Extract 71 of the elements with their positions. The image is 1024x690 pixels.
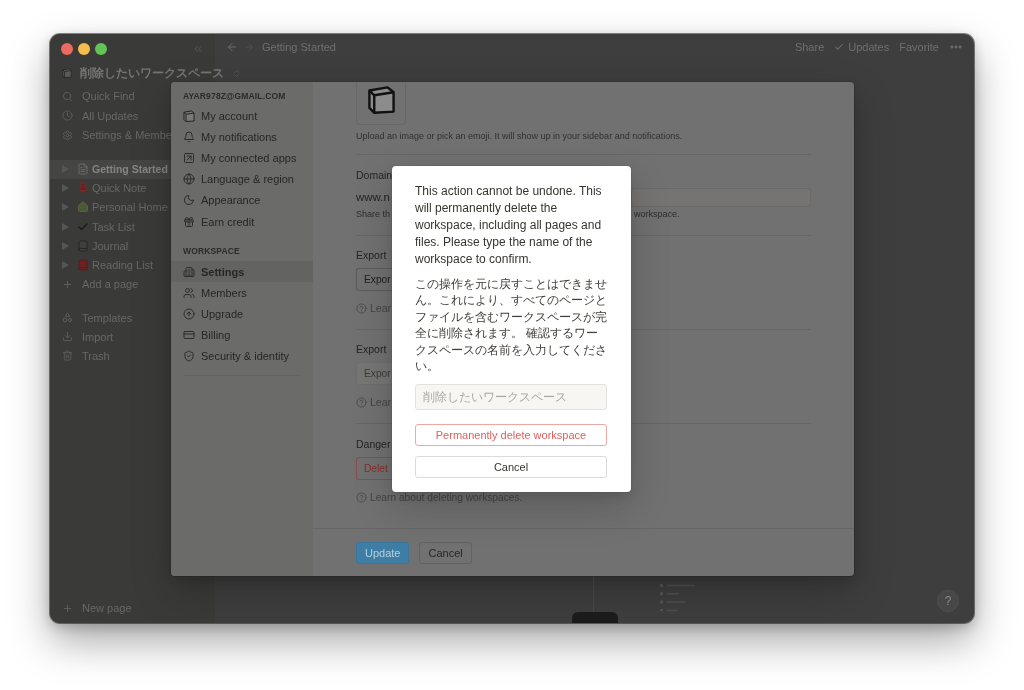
video-placeholder [572, 612, 618, 623]
workspace-switcher[interactable]: 削除したいワークスペース [50, 64, 241, 82]
domain-input-field[interactable] [631, 187, 811, 207]
gift-icon [183, 215, 195, 228]
settings-nav-item[interactable]: Earn credit [171, 210, 313, 233]
domain-hint: workspace. [634, 208, 680, 220]
warning-message: This action cannot be undone. This will permanently delete the workspace, including all pages and files. Please type the name of the workspace to confirm. [415, 182, 603, 268]
delete-workspace-button[interactable]: Permanently delete workspace [415, 423, 607, 446]
help-button[interactable]: ? [937, 590, 959, 612]
moon-icon [183, 194, 195, 207]
disclosure-triangle-icon[interactable] [62, 261, 69, 270]
update-button[interactable]: Update [356, 541, 410, 564]
clock-icon [62, 110, 73, 122]
workspace-icon-picker[interactable] [356, 82, 406, 125]
double-chevron-left-icon[interactable] [192, 43, 204, 55]
house-icon [77, 201, 89, 214]
check-mark-icon [77, 220, 89, 233]
section-label: Danger [356, 437, 391, 451]
settings-nav-item[interactable]: Upgrade [171, 303, 313, 325]
account-email: AYAR978Z@GMAIL.COM [182, 90, 286, 102]
globe-icon [183, 173, 195, 186]
settings-nav-item[interactable]: Security & identity [171, 345, 313, 368]
building-icon [183, 265, 195, 278]
shapes-icon [62, 312, 73, 324]
section-heading: WORKSPACE [182, 245, 240, 258]
document-icon [77, 163, 89, 176]
close-window-icon[interactable] [61, 43, 73, 55]
warning-message: この操作を元に戻すことはできません。これにより、すべてのページとファイルを含むワークスペースが完全に削除されます。 確認するワークスペースの名前を入力してください。 [415, 275, 608, 375]
settings-icon [62, 129, 73, 141]
settings-nav-item[interactable]: Appearance [171, 189, 313, 211]
list-preview-drawing [660, 584, 696, 611]
cancel-button[interactable]: Cancel [415, 455, 607, 478]
minimize-window-icon[interactable] [78, 43, 90, 55]
disclosure-triangle-icon[interactable] [62, 241, 69, 250]
cube-logo-icon [183, 109, 195, 122]
people-icon [183, 286, 195, 299]
settings-nav-item[interactable]: Settings [171, 261, 313, 283]
cancel-button[interactable]: Cancel [419, 541, 472, 564]
external-link-icon [183, 151, 195, 164]
help-icon [356, 491, 367, 503]
shield-check-icon [183, 350, 195, 363]
disclosure-triangle-icon[interactable] [62, 222, 69, 231]
help-icon [356, 302, 367, 314]
trash-icon [62, 350, 73, 362]
back-arrow-icon[interactable] [226, 41, 238, 53]
credit-card-icon [183, 329, 195, 342]
section-label: Domain [356, 168, 393, 182]
bell-icon [183, 130, 195, 143]
book-icon [77, 259, 89, 272]
section-label: Export [356, 342, 387, 356]
section-label: Export [356, 248, 387, 262]
plus-icon [62, 602, 73, 614]
help-icon [356, 396, 367, 408]
zoom-window-icon[interactable] [95, 43, 107, 55]
cube-logo-icon [366, 85, 396, 114]
cube-logo-icon [62, 68, 72, 78]
settings-nav-item[interactable]: Billing [171, 324, 313, 346]
search-icon [62, 90, 73, 102]
domain-text: www.n [356, 191, 390, 203]
download-icon [62, 331, 73, 343]
arrow-up-circle-icon [183, 308, 195, 321]
pushpin-icon [77, 182, 89, 195]
settings-nav-item[interactable]: My notifications [171, 126, 313, 148]
notebook-icon [77, 239, 89, 252]
settings-nav-item[interactable]: My account [171, 105, 313, 127]
plus-icon [62, 278, 73, 290]
check-icon [834, 42, 845, 52]
disclosure-triangle-icon[interactable] [62, 184, 69, 193]
disclosure-triangle-icon[interactable] [62, 203, 69, 212]
settings-nav-item[interactable]: Members [171, 282, 313, 304]
workspace-name-field[interactable]: 削除したいワークスペース [415, 383, 607, 410]
